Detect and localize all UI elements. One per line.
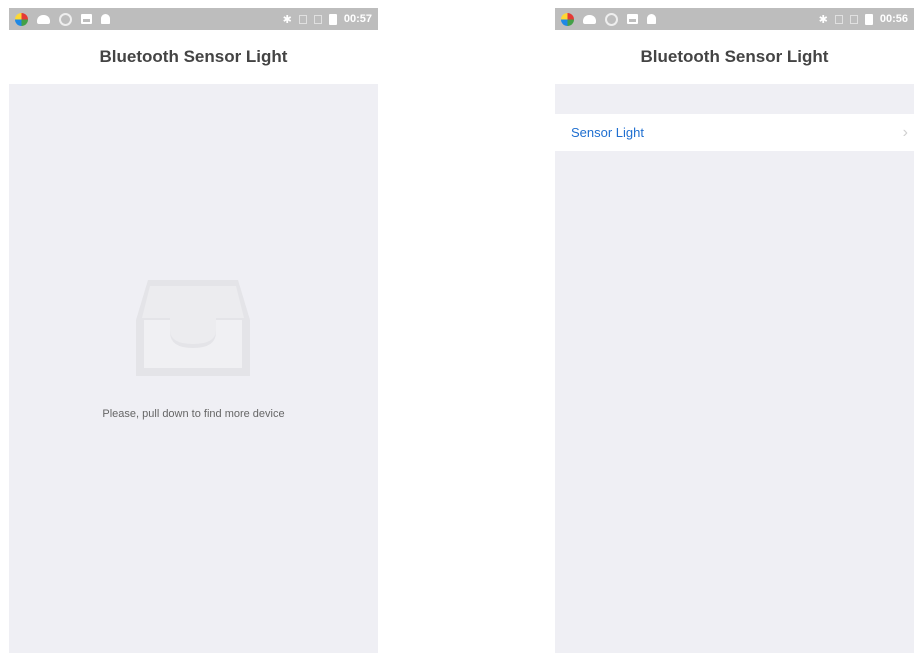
page-title: Bluetooth Sensor Light bbox=[640, 47, 829, 66]
phone-screen-device-list: ✱ 00:56 Bluetooth Sensor Light Sensor Li… bbox=[555, 8, 914, 653]
chevron-right-icon: › bbox=[902, 123, 908, 141]
page-title: Bluetooth Sensor Light bbox=[99, 47, 288, 66]
signal-icon bbox=[834, 14, 843, 24]
system-icons: ✱ 00:57 bbox=[283, 13, 372, 26]
nav-bar: Bluetooth Sensor Light bbox=[555, 30, 914, 84]
status-bar: ✱ 00:57 bbox=[9, 8, 378, 30]
cloud-icon bbox=[37, 14, 50, 24]
empty-state-message: Please, pull down to find more device bbox=[102, 408, 285, 420]
status-time: 00:56 bbox=[879, 13, 908, 25]
notification-icons bbox=[15, 12, 110, 26]
signal-icon-2 bbox=[849, 14, 858, 24]
device-list-area[interactable]: Sensor Light › bbox=[555, 84, 914, 653]
image-icon bbox=[627, 14, 638, 24]
device-list: Sensor Light › bbox=[555, 114, 914, 151]
device-item-sensor-light[interactable]: Sensor Light › bbox=[555, 114, 914, 151]
android-icon bbox=[101, 14, 110, 24]
battery-icon bbox=[328, 13, 337, 25]
sync-icon bbox=[605, 12, 618, 26]
bluetooth-icon: ✱ bbox=[818, 13, 828, 26]
device-name: Sensor Light bbox=[571, 125, 644, 140]
bluetooth-icon: ✱ bbox=[282, 13, 292, 26]
android-icon bbox=[647, 14, 656, 24]
inbox-tray-icon bbox=[136, 280, 250, 376]
phone-screen-empty: ✱ 00:57 Bluetooth Sensor Light Please, p… bbox=[9, 8, 378, 653]
status-bar: ✱ 00:56 bbox=[555, 8, 914, 30]
app-color-icon bbox=[15, 12, 28, 26]
nav-bar: Bluetooth Sensor Light bbox=[9, 30, 378, 84]
notification-icons bbox=[561, 12, 656, 26]
system-icons: ✱ 00:56 bbox=[819, 13, 908, 26]
battery-icon bbox=[864, 13, 873, 25]
app-color-icon bbox=[561, 12, 574, 26]
signal-icon bbox=[298, 14, 307, 24]
sync-icon bbox=[59, 12, 72, 26]
status-time: 00:57 bbox=[343, 13, 372, 25]
pull-to-refresh-area[interactable]: Please, pull down to find more device bbox=[9, 84, 378, 653]
signal-icon-2 bbox=[313, 14, 322, 24]
image-icon bbox=[81, 14, 92, 24]
cloud-icon bbox=[583, 14, 596, 24]
